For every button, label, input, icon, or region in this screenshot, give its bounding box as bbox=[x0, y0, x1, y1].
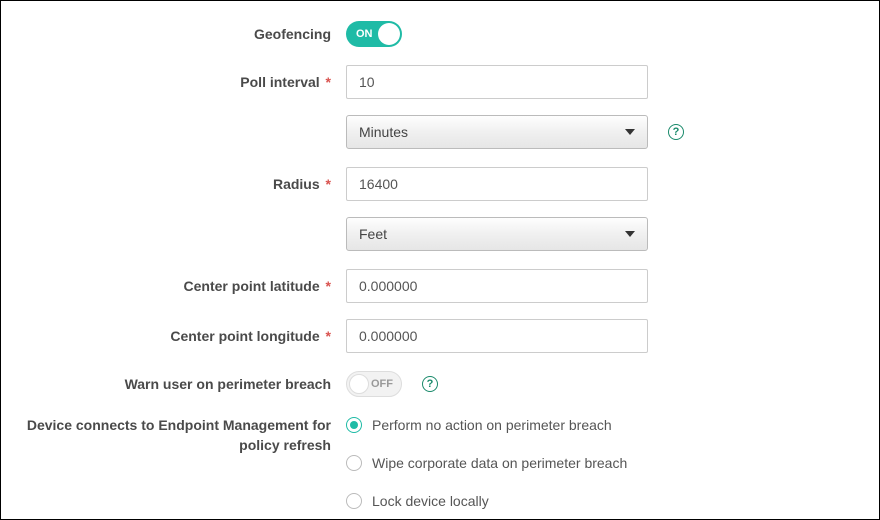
radio-icon bbox=[346, 417, 362, 433]
radius-label: Radius * bbox=[21, 176, 346, 192]
toggle-off-text: OFF bbox=[371, 378, 393, 390]
radio-icon bbox=[346, 493, 362, 509]
required-marker: * bbox=[326, 74, 331, 90]
required-marker: * bbox=[326, 176, 331, 192]
poll-interval-unit-select[interactable]: Minutes bbox=[346, 115, 648, 149]
center-lat-input[interactable] bbox=[346, 269, 648, 303]
radio-icon bbox=[346, 455, 362, 471]
radio-label: Perform no action on perimeter breach bbox=[372, 417, 612, 433]
geofencing-toggle[interactable]: ON bbox=[346, 21, 402, 47]
radio-option-wipe[interactable]: Wipe corporate data on perimeter breach bbox=[346, 455, 627, 471]
poll-interval-input[interactable] bbox=[346, 65, 648, 99]
toggle-on-text: ON bbox=[356, 28, 373, 40]
center-lon-input[interactable] bbox=[346, 319, 648, 353]
radio-label: Lock device locally bbox=[372, 493, 489, 509]
toggle-knob bbox=[349, 374, 369, 394]
radius-unit-select[interactable]: Feet bbox=[346, 217, 648, 251]
radio-option-no-action[interactable]: Perform no action on perimeter breach bbox=[346, 417, 627, 433]
radius-input[interactable] bbox=[346, 167, 648, 201]
policy-refresh-label: Device connects to Endpoint Management f… bbox=[21, 415, 346, 455]
caret-down-icon bbox=[625, 231, 635, 237]
required-marker: * bbox=[326, 278, 331, 294]
required-marker: * bbox=[326, 328, 331, 344]
policy-refresh-radio-group: Perform no action on perimeter breach Wi… bbox=[346, 415, 627, 520]
radius-unit-value: Feet bbox=[359, 226, 387, 242]
caret-down-icon bbox=[625, 129, 635, 135]
radio-label: Wipe corporate data on perimeter breach bbox=[372, 455, 627, 471]
help-icon[interactable]: ? bbox=[422, 376, 438, 392]
center-lat-label: Center point latitude * bbox=[21, 278, 346, 294]
warn-breach-toggle[interactable]: OFF bbox=[346, 371, 402, 397]
poll-interval-label: Poll interval * bbox=[21, 74, 346, 90]
geofencing-label: Geofencing bbox=[21, 26, 346, 42]
radio-option-lock[interactable]: Lock device locally bbox=[346, 493, 627, 509]
toggle-knob bbox=[378, 23, 400, 45]
warn-breach-label: Warn user on perimeter breach bbox=[21, 376, 346, 392]
center-lon-label: Center point longitude * bbox=[21, 328, 346, 344]
poll-interval-unit-value: Minutes bbox=[359, 124, 408, 140]
help-icon[interactable]: ? bbox=[668, 124, 684, 140]
